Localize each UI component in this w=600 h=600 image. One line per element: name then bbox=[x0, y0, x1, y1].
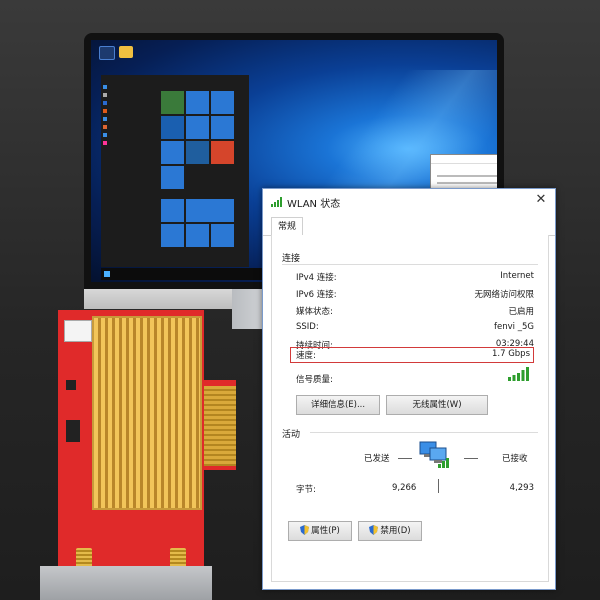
media-state-value: 已启用 bbox=[508, 307, 534, 317]
tile bbox=[186, 141, 209, 164]
ipv4-value: Internet bbox=[500, 271, 534, 281]
section-divider bbox=[282, 264, 538, 265]
ipv6-label: IPv6 连接: bbox=[296, 290, 337, 300]
disable-button-label: 禁用(D) bbox=[380, 526, 411, 536]
dialog-title: WLAN 状态 bbox=[287, 199, 341, 210]
desktop-icon-ps bbox=[99, 46, 115, 60]
received-label: 已接收 bbox=[502, 454, 528, 464]
speed-value: 1.7 Gbps bbox=[491, 349, 530, 359]
bytes-label: 字节: bbox=[296, 485, 316, 495]
wireless-properties-button[interactable]: 无线属性(W) bbox=[386, 395, 488, 415]
sent-label: 已发送 bbox=[364, 454, 390, 464]
card-chip bbox=[66, 380, 76, 390]
tile bbox=[161, 166, 184, 189]
tile bbox=[186, 116, 209, 139]
ssid-value: fenvi _5G bbox=[494, 322, 534, 332]
metal-bracket bbox=[40, 566, 212, 600]
tile bbox=[186, 224, 209, 247]
card-chip bbox=[66, 420, 80, 442]
signal-quality-label: 信号质量: bbox=[296, 375, 333, 385]
tile bbox=[161, 116, 184, 139]
uac-shield-icon bbox=[300, 525, 310, 535]
tile bbox=[161, 199, 184, 222]
tile bbox=[211, 141, 234, 164]
tile bbox=[161, 224, 184, 247]
ipv6-value: 无网络访问权限 bbox=[474, 290, 534, 300]
tile bbox=[161, 141, 184, 164]
received-dash bbox=[464, 458, 478, 459]
ssid-label: SSID: bbox=[296, 322, 319, 332]
start-menu-app-list bbox=[103, 83, 155, 147]
uac-shield-icon bbox=[369, 525, 379, 535]
details-button[interactable]: 详细信息(E)... bbox=[296, 395, 380, 415]
close-icon[interactable]: ✕ bbox=[533, 192, 549, 208]
bytes-sent-value: 9,266 bbox=[392, 483, 417, 493]
start-menu bbox=[101, 75, 249, 267]
properties-button-label: 属性(P) bbox=[311, 526, 340, 536]
ipv4-label: IPv4 连接: bbox=[296, 273, 337, 283]
tile bbox=[211, 116, 234, 139]
card-connector bbox=[64, 320, 92, 342]
media-state-label: 媒体状态: bbox=[296, 307, 333, 317]
tab-general[interactable]: 常规 bbox=[271, 217, 303, 236]
tile bbox=[211, 224, 234, 247]
properties-button[interactable]: 属性(P) bbox=[288, 521, 352, 541]
tile bbox=[186, 199, 234, 222]
general-panel: 连接 IPv4 连接: Internet IPv6 连接: 无网络访问权限 媒体… bbox=[271, 235, 549, 582]
speed-label: 速度: bbox=[296, 351, 316, 361]
signal-strength-icon bbox=[508, 367, 529, 381]
pcie-gold-contacts bbox=[204, 386, 236, 466]
connection-heading: 连接 bbox=[282, 254, 301, 264]
product-photo-background: WLAN 状态 ✕ 常规 连接 IPv4 连接: Internet IPv6 连… bbox=[0, 0, 600, 600]
tile bbox=[211, 91, 234, 114]
tab-bar: 常规 bbox=[263, 215, 555, 236]
tile bbox=[161, 91, 184, 114]
activity-separator bbox=[438, 479, 439, 493]
section-divider bbox=[310, 432, 538, 433]
wlan-status-dialog: WLAN 状态 ✕ 常规 连接 IPv4 连接: Internet IPv6 连… bbox=[262, 188, 556, 590]
desktop-icon-folder bbox=[119, 46, 133, 58]
disable-button[interactable]: 禁用(D) bbox=[358, 521, 422, 541]
network-computers-icon bbox=[419, 441, 449, 468]
activity-heading: 活动 bbox=[282, 430, 301, 440]
signal-bars-icon bbox=[271, 197, 282, 207]
bytes-received-value: 4,293 bbox=[509, 483, 534, 493]
tile bbox=[186, 91, 209, 114]
sent-dash bbox=[398, 458, 412, 459]
dialog-title-bar: WLAN 状态 ✕ bbox=[263, 189, 555, 215]
heatsink bbox=[92, 316, 202, 510]
windows-logo-icon bbox=[104, 271, 110, 277]
